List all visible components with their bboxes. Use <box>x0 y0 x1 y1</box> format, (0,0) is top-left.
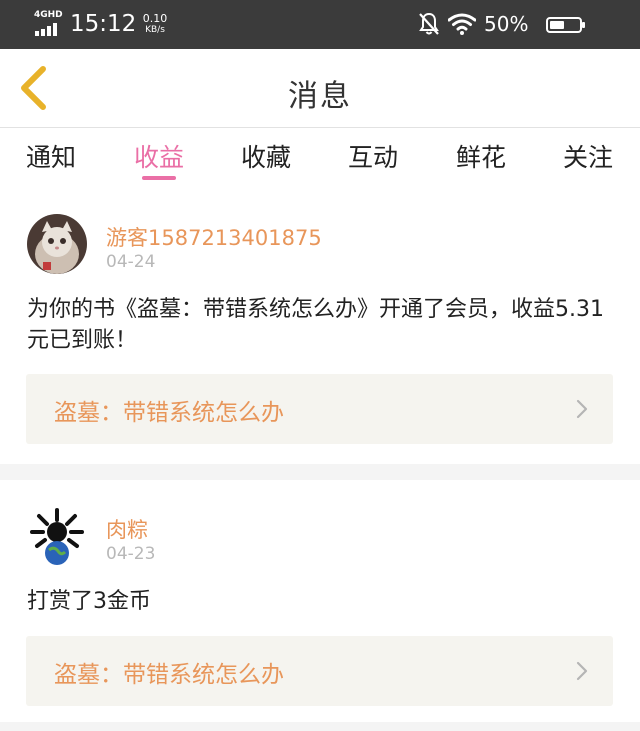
avatar[interactable] <box>27 506 87 566</box>
network-speed-value: 0.10 <box>142 12 168 25</box>
tab-flowers[interactable]: 鲜花 <box>441 138 521 174</box>
tab-earnings[interactable]: 收益 <box>119 138 199 174</box>
chevron-right-icon <box>576 399 588 419</box>
network-type: 4GHD <box>34 10 63 20</box>
network-speed-unit: KB/s <box>145 25 165 35</box>
book-title: 盗墓：带错系统怎么办 <box>54 400 284 426</box>
book-title: 盗墓：带错系统怎么办 <box>54 662 284 688</box>
battery-percent: 50% <box>484 12 529 36</box>
chevron-right-icon <box>576 661 588 681</box>
tab-following[interactable]: 关注 <box>548 138 628 174</box>
message-text: 打赏了3金币 <box>27 589 151 614</box>
title-bar: 消息 <box>0 49 640 127</box>
tab-interactions[interactable]: 互动 <box>333 138 413 174</box>
wifi-icon <box>448 13 476 35</box>
mute-bell-icon <box>419 12 439 35</box>
cat-avatar-image <box>27 214 87 274</box>
active-tab-indicator <box>142 176 176 180</box>
tab-bar: 通知 收益 收藏 互动 鲜花 关注 <box>0 128 640 188</box>
page-title: 消息 <box>288 79 352 114</box>
signal-icon: 4GHD <box>34 9 64 39</box>
globe-avatar-image <box>27 506 87 566</box>
tab-favorites[interactable]: 收藏 <box>226 138 306 174</box>
status-bar: 4GHD 15:12 0.10 KB/s 50% <box>0 0 640 49</box>
status-bar-right: 50% <box>418 8 608 40</box>
battery-icon <box>546 17 585 33</box>
card-separator <box>0 722 640 731</box>
message-text: 为你的书《盗墓：带错系统怎么办》开通了会员，收益5.31元已到账！ <box>27 297 604 353</box>
message-date: 04-23 <box>106 544 156 564</box>
card-separator <box>0 464 640 480</box>
username[interactable]: 肉粽 <box>106 514 148 544</box>
message-card: 游客1587213401875 04-24 为你的书《盗墓：带错系统怎么办》开通… <box>0 188 640 464</box>
message-card: 肉粽 04-23 打赏了3金币 盗墓：带错系统怎么办 <box>0 480 640 722</box>
message-date: 04-24 <box>106 252 156 272</box>
username[interactable]: 游客1587213401875 <box>106 222 322 252</box>
book-link[interactable]: 盗墓：带错系统怎么办 <box>26 374 613 444</box>
network-speed: 0.10 KB/s <box>135 12 175 36</box>
avatar[interactable] <box>27 214 87 274</box>
status-time: 15:12 <box>70 11 137 37</box>
book-link[interactable]: 盗墓：带错系统怎么办 <box>26 636 613 706</box>
messages-screen: 4GHD 15:12 0.10 KB/s 50% 消息 通知 收益 收藏 互动 … <box>0 0 640 731</box>
tab-notifications[interactable]: 通知 <box>11 138 91 174</box>
